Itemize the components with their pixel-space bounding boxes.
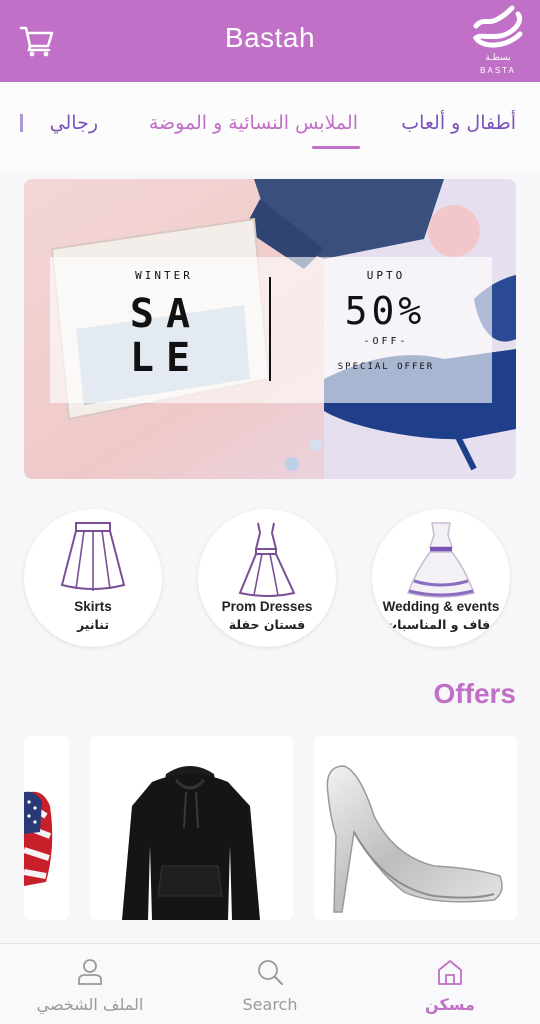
high-heel-shoe-image (326, 765, 503, 913)
home-icon (438, 960, 462, 985)
brand-logo[interactable]: بسطـة BASTA (462, 4, 534, 76)
banner-winter-text: WINTER (135, 269, 193, 282)
banner-sale-line2: LE (129, 335, 203, 381)
tab-women-fashion[interactable]: الملابس النسائية و الموضة (149, 112, 358, 134)
nav-home[interactable]: مسكن (360, 944, 540, 1024)
app-root: Bastah بسطـة BASTA أطفال و ألعاب الملابس… (0, 0, 540, 1024)
banner-sale-line1: SA (129, 291, 203, 337)
banner-off-text: -OFF- (363, 336, 409, 347)
subcategory-label-ar: فستان حفلة (228, 617, 306, 632)
banner-upto-text: UPTO (366, 269, 406, 282)
logo-arabic-text: بسطـة (485, 53, 511, 63)
subcategory-label-ar: تنانير (76, 617, 110, 632)
tab-overflow-edge (20, 114, 23, 132)
tab-kids-toys[interactable]: أطفال و ألعاب (401, 112, 516, 134)
subcategory-label-en: Wedding & events (382, 599, 500, 614)
subcategory-skirts[interactable]: Skirts تنانير (24, 509, 162, 647)
logo-latin-text: BASTA (480, 66, 516, 75)
flag-shirt-image (24, 791, 53, 886)
category-tabs: أطفال و ألعاب الملابس النسائية و الموضة … (0, 82, 540, 172)
hoodie-image (122, 766, 260, 920)
wedding-dress-icon (407, 522, 475, 598)
subcategory-label-ar: زفاف و المناسبات (384, 617, 498, 632)
nav-search[interactable]: Search (180, 944, 360, 1024)
nav-search-label: Search (242, 995, 298, 1014)
user-icon (78, 959, 102, 985)
skirt-icon (60, 522, 126, 591)
tab-men[interactable]: رجالي (50, 112, 98, 134)
subcategory-prom-dresses[interactable]: Prom Dresses فستان حفلة (198, 509, 336, 647)
offers-title: Offers (433, 678, 516, 709)
app-title: Bastah (224, 22, 316, 53)
promo-banner[interactable]: WINTER SA LE UPTO 50% -OFF- SPECIAL OFFE… (24, 179, 516, 479)
nav-profile-label: الملف الشخصي (36, 995, 144, 1014)
subcategory-label-en: Skirts (74, 599, 112, 614)
offer-card[interactable] (314, 736, 517, 920)
banner-percent-text: 50% (344, 289, 426, 333)
top-app-bar: Bastah بسطـة BASTA (0, 0, 540, 82)
logo-mark-icon (472, 5, 523, 48)
subcategory-wedding-events[interactable]: Wedding & events زفاف و المناسبات (372, 509, 510, 647)
offer-card[interactable] (90, 736, 293, 920)
banner-special-offer-text: SPECIAL OFFER (337, 362, 435, 372)
nav-profile[interactable]: الملف الشخصي (0, 944, 180, 1024)
tab-active-indicator (312, 146, 360, 149)
subcategory-label-en: Prom Dresses (221, 599, 313, 614)
offer-card[interactable] (24, 736, 69, 920)
nav-home-label: مسكن (425, 995, 475, 1014)
search-icon (258, 960, 283, 985)
bottom-navigation: الملف الشخصي Search مسكن (0, 943, 540, 1024)
dress-icon (238, 522, 296, 597)
